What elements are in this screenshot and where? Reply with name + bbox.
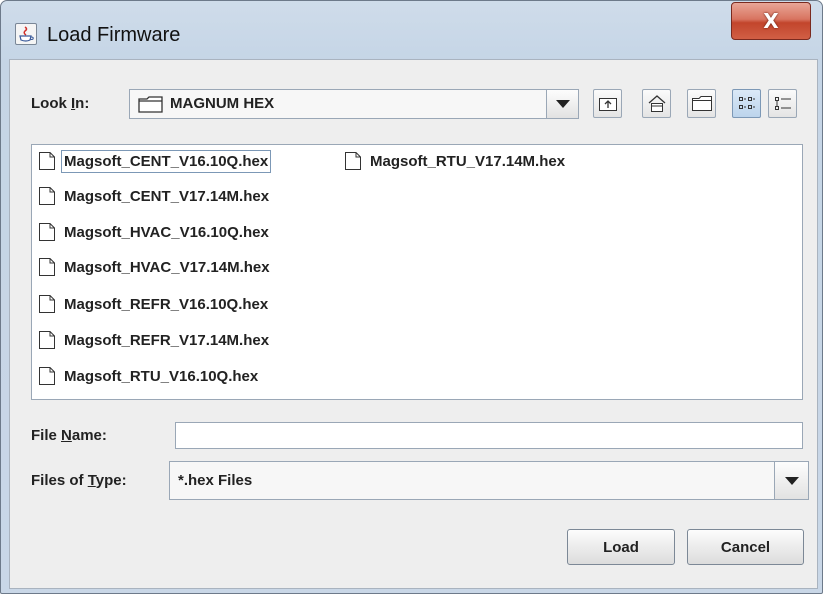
file-type-label-post: ype: bbox=[95, 472, 127, 489]
look-in-label: Look In: bbox=[31, 95, 89, 112]
file-icon bbox=[39, 187, 55, 205]
up-folder-icon bbox=[598, 97, 617, 111]
file-list-item[interactable]: Magsoft_CENT_V17.14M.hex bbox=[38, 180, 271, 212]
file-name-label-post: ame: bbox=[71, 427, 107, 444]
file-type-label-pre: Files of bbox=[31, 472, 88, 489]
file-name-text: Magsoft_HVAC_V17.14M.hex bbox=[64, 258, 270, 276]
close-button[interactable]: X bbox=[731, 2, 811, 40]
up-one-level-button[interactable] bbox=[593, 89, 622, 118]
details-view-icon bbox=[774, 96, 791, 110]
cancel-button[interactable]: Cancel bbox=[687, 529, 804, 565]
home-icon bbox=[648, 94, 665, 112]
file-name-input[interactable] bbox=[175, 422, 803, 449]
folder-icon bbox=[138, 96, 163, 113]
file-icon bbox=[39, 152, 55, 170]
file-list-item[interactable]: Magsoft_HVAC_V16.10Q.hex bbox=[38, 216, 271, 248]
look-in-label-pre: Look bbox=[31, 95, 71, 112]
file-icon bbox=[39, 331, 55, 349]
dropdown-arrow-icon bbox=[555, 100, 570, 108]
file-list-item[interactable]: Magsoft_REFR_V17.14M.hex bbox=[38, 324, 271, 356]
look-in-dropdown-button[interactable] bbox=[546, 90, 578, 118]
details-view-button[interactable] bbox=[768, 89, 797, 118]
file-list-item[interactable]: Magsoft_CENT_V16.10Q.hex bbox=[38, 145, 272, 177]
file-type-label: Files of Type: bbox=[31, 472, 127, 489]
file-name-text: Magsoft_REFR_V17.14M.hex bbox=[64, 331, 270, 349]
file-icon bbox=[39, 223, 55, 241]
load-firmware-dialog: Load Firmware X Look In: MAGNUM HEX Mags… bbox=[0, 0, 823, 594]
file-name-text: Magsoft_CENT_V17.14M.hex bbox=[64, 187, 270, 205]
create-new-folder-button[interactable] bbox=[687, 89, 716, 118]
look-in-combo[interactable]: MAGNUM HEX bbox=[129, 89, 579, 119]
file-name-text: Magsoft_RTU_V16.10Q.hex bbox=[64, 367, 259, 385]
file-name-label: File Name: bbox=[31, 427, 107, 444]
home-button[interactable] bbox=[642, 89, 671, 118]
file-name-text: Magsoft_CENT_V16.10Q.hex bbox=[60, 149, 272, 173]
file-name-text: Magsoft_REFR_V16.10Q.hex bbox=[64, 295, 269, 313]
file-list-item[interactable]: Magsoft_HVAC_V17.14M.hex bbox=[38, 251, 272, 283]
file-list-item[interactable]: Magsoft_REFR_V16.10Q.hex bbox=[38, 288, 270, 320]
file-list-item[interactable]: Magsoft_RTU_V17.14M.hex bbox=[344, 145, 567, 177]
file-type-dropdown-button[interactable] bbox=[774, 462, 808, 499]
file-icon bbox=[39, 258, 55, 276]
file-list-item[interactable]: Magsoft_RTU_V16.10Q.hex bbox=[38, 360, 260, 392]
file-name-label-mnemonic: N bbox=[61, 427, 72, 444]
new-folder-icon bbox=[691, 95, 712, 111]
file-type-combo[interactable]: *.hex Files bbox=[169, 461, 809, 500]
look-in-value: MAGNUM HEX bbox=[170, 95, 275, 112]
dropdown-arrow-icon bbox=[784, 476, 799, 485]
load-button[interactable]: Load bbox=[567, 529, 675, 565]
list-view-icon bbox=[738, 96, 755, 109]
title-bar[interactable]: Load Firmware X bbox=[1, 1, 822, 51]
look-in-label-post: n: bbox=[75, 95, 90, 112]
list-view-button[interactable] bbox=[732, 89, 761, 118]
file-type-label-mnemonic: T bbox=[87, 472, 96, 489]
file-type-value: *.hex Files bbox=[178, 472, 253, 489]
file-icon bbox=[39, 295, 55, 313]
file-name-text: Magsoft_RTU_V17.14M.hex bbox=[370, 152, 566, 170]
file-icon bbox=[39, 367, 55, 385]
file-icon bbox=[345, 152, 361, 170]
close-icon: X bbox=[763, 9, 779, 33]
java-app-icon bbox=[15, 23, 37, 45]
file-list[interactable]: Magsoft_CENT_V16.10Q.hex Magsoft_CENT_V1… bbox=[31, 144, 803, 400]
window-title: Load Firmware bbox=[47, 24, 181, 46]
file-name-label-pre: File bbox=[31, 427, 62, 444]
file-name-text: Magsoft_HVAC_V16.10Q.hex bbox=[64, 223, 269, 241]
